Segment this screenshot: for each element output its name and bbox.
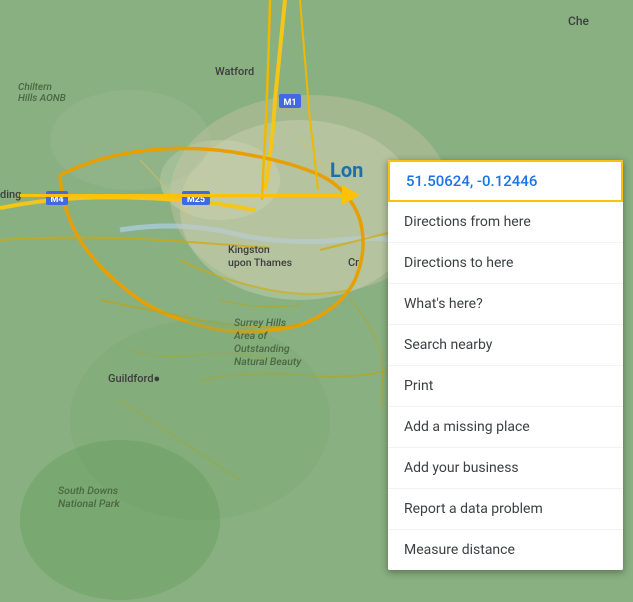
menu-item-add-missing[interactable]: Add a missing place xyxy=(388,407,623,448)
coordinates-item[interactable]: 51.50624, -0.12446 xyxy=(388,160,623,202)
map-container: M1 M25 M4 Watford ChilternHills AONB Kin… xyxy=(0,0,633,602)
menu-item-directions-from[interactable]: Directions from here xyxy=(388,202,623,243)
menu-item-search-nearby[interactable]: Search nearby xyxy=(388,325,623,366)
menu-item-measure-distance[interactable]: Measure distance xyxy=(388,530,623,570)
context-menu: 51.50624, -0.12446 Directions from here … xyxy=(388,160,623,570)
menu-item-whats-here[interactable]: What's here? xyxy=(388,284,623,325)
arrow-head xyxy=(342,185,360,205)
arrow-line xyxy=(20,194,342,197)
svg-text:M1: M1 xyxy=(283,98,296,108)
menu-item-directions-to[interactable]: Directions to here xyxy=(388,243,623,284)
menu-item-add-business[interactable]: Add your business xyxy=(388,448,623,489)
menu-item-print[interactable]: Print xyxy=(388,366,623,407)
menu-item-report-problem[interactable]: Report a data problem xyxy=(388,489,623,530)
location-arrow xyxy=(20,175,360,215)
